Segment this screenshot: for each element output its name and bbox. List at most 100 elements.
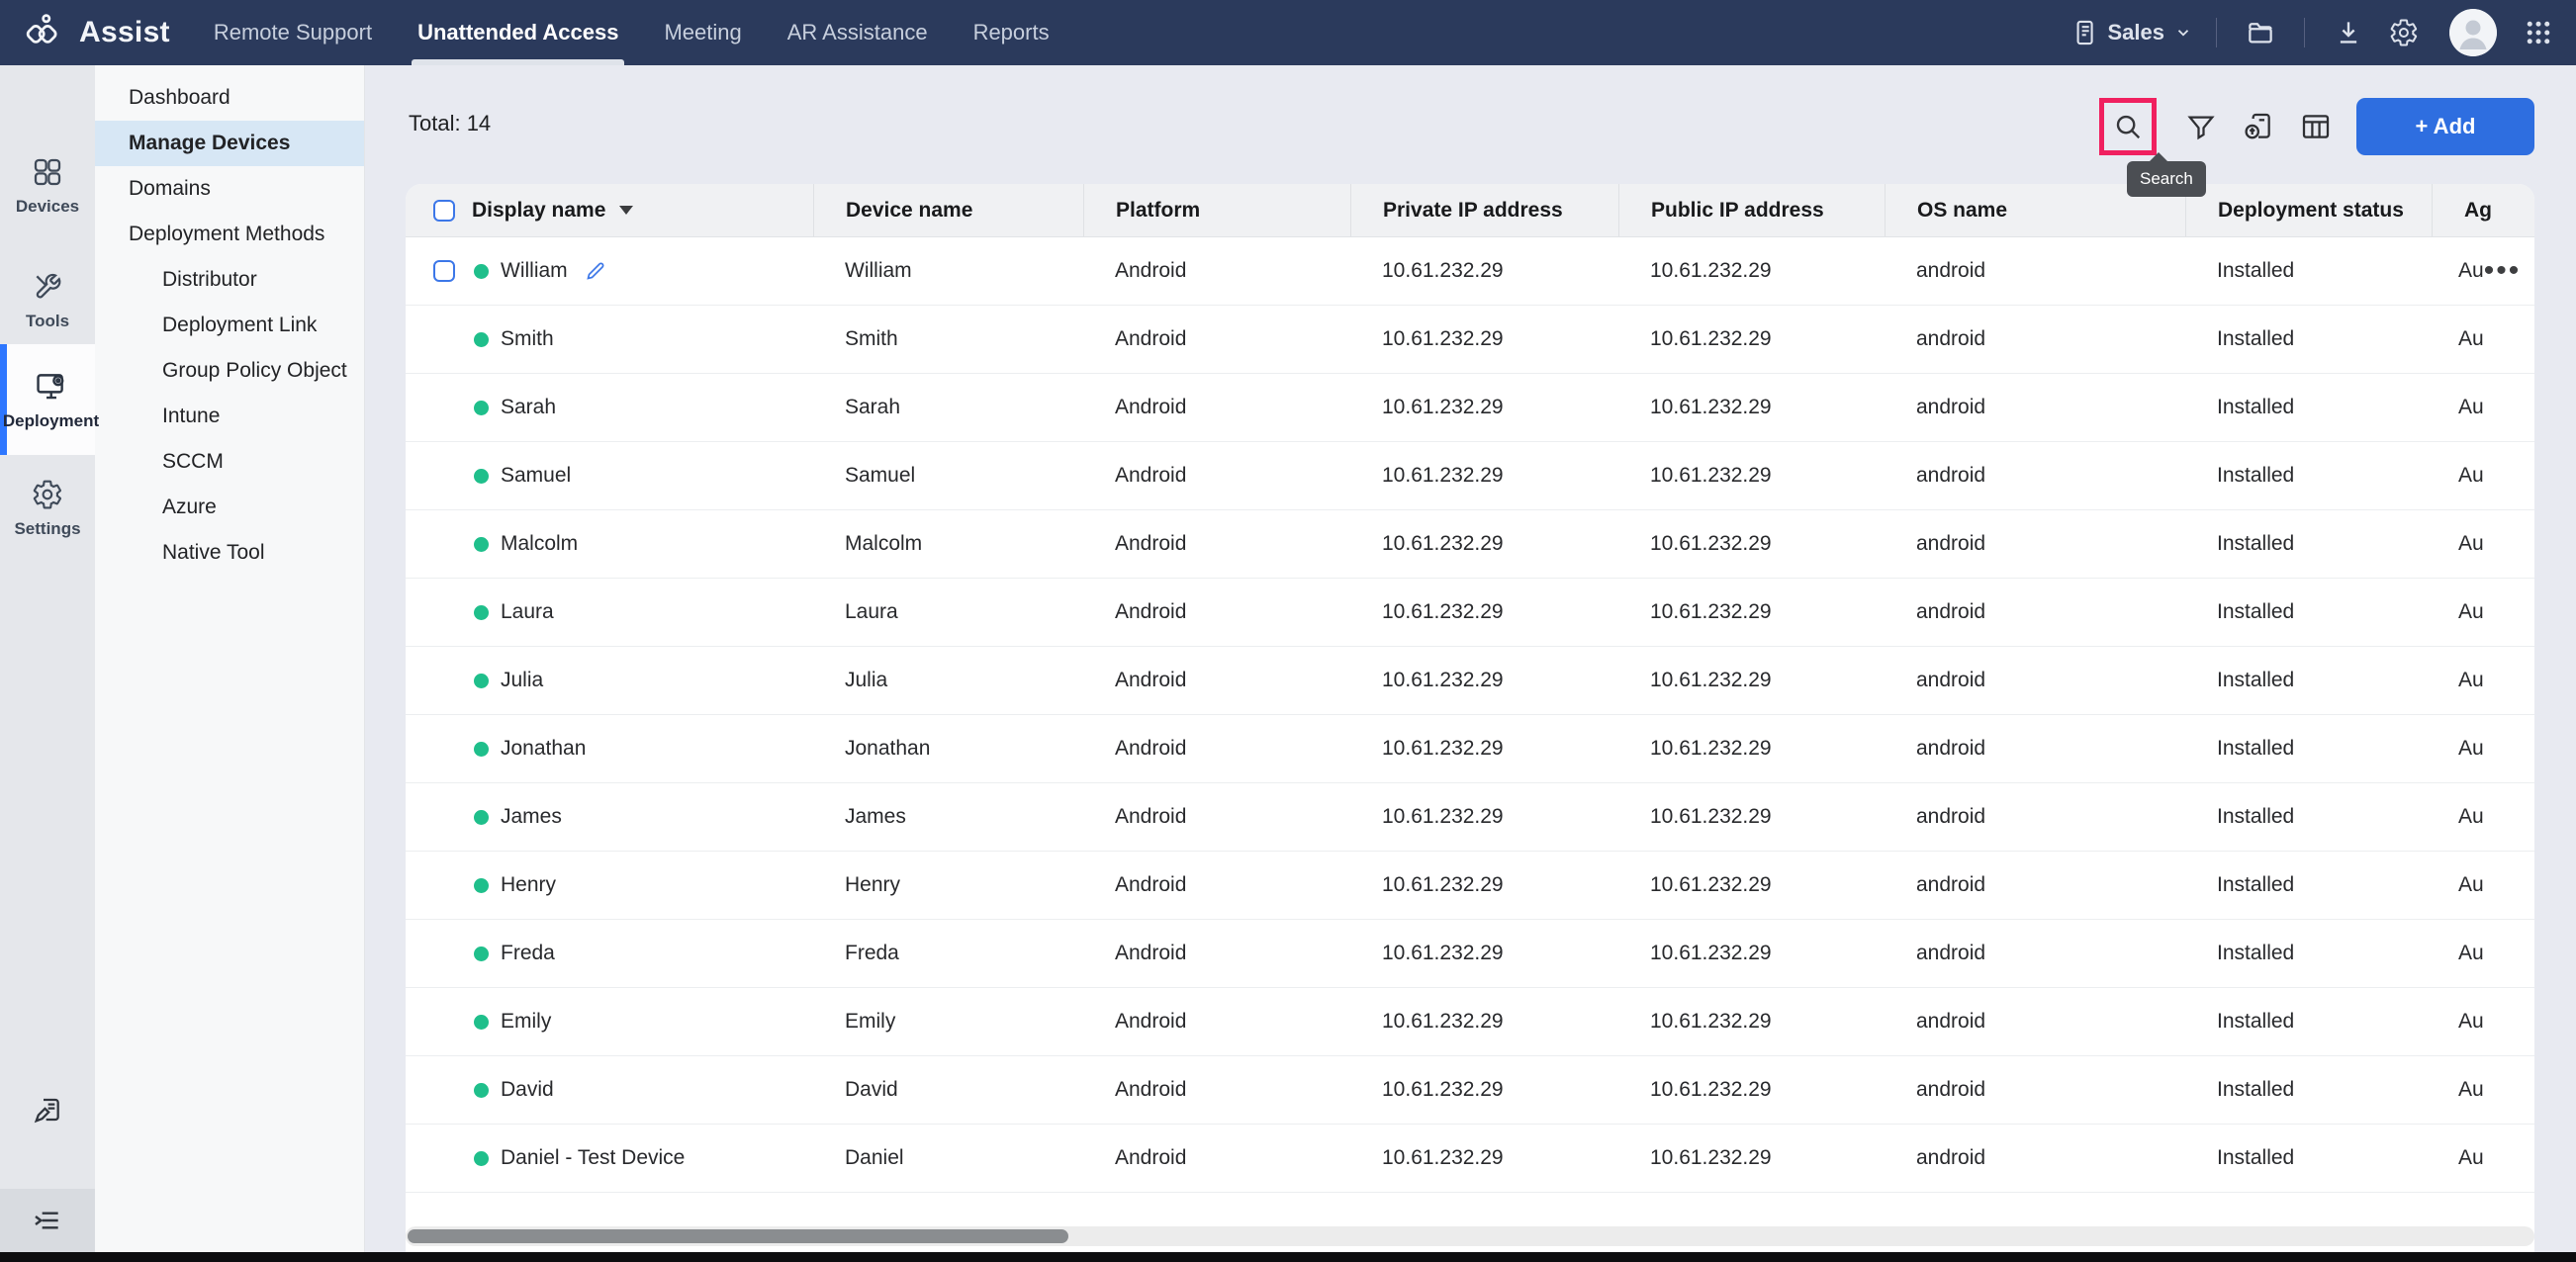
sidebar-item[interactable]: SCCM (95, 439, 364, 485)
table-row[interactable]: Julia Julia Android 10.61.232.29 10.61.2… (406, 647, 2534, 715)
cell-os-name: android (1885, 327, 2185, 351)
online-status-dot (474, 332, 489, 347)
table-header-platform[interactable]: Platform (1083, 184, 1350, 236)
table-header-row: Display name Device name Platform Privat… (406, 184, 2534, 237)
table-row[interactable]: William William Android 10.61.232.29 10.… (406, 237, 2534, 306)
brand[interactable]: Assist (22, 11, 170, 54)
table-row[interactable]: Daniel - Test Device Daniel Android 10.6… (406, 1125, 2534, 1193)
cell-display-name: William (406, 259, 813, 283)
table-row[interactable]: Freda Freda Android 10.61.232.29 10.61.2… (406, 920, 2534, 988)
cell-display-name: Jonathan (406, 737, 813, 761)
assist-logo-icon (22, 11, 65, 54)
table-header-display-name[interactable]: Display name (406, 184, 813, 236)
sort-caret-icon[interactable] (619, 206, 633, 215)
table-header-deployment-status[interactable]: Deployment status (2185, 184, 2432, 236)
rail-label: Tools (26, 312, 69, 331)
agent-text: Au (2458, 600, 2484, 624)
table-row[interactable]: David David Android 10.61.232.29 10.61.2… (406, 1056, 2534, 1125)
cell-agent: Au ••• (2432, 669, 2534, 692)
sidebar-item[interactable]: Domains (95, 166, 364, 212)
rail-item-settings[interactable]: Settings (0, 467, 95, 551)
rail-item-tools[interactable]: Tools (0, 259, 95, 343)
nav-tab[interactable]: Reports (973, 0, 1050, 65)
cell-display-name: Malcolm (406, 532, 813, 556)
cell-display-name: David (406, 1078, 813, 1102)
edit-pencil-icon[interactable] (584, 259, 607, 283)
cell-device-name: Daniel (813, 1146, 1083, 1170)
cell-deployment-status: Installed (2185, 327, 2432, 351)
avatar[interactable] (2449, 9, 2497, 56)
cell-os-name: android (1885, 396, 2185, 419)
cell-device-name: David (813, 1078, 1083, 1102)
sidebar-item[interactable]: Native Tool (95, 530, 364, 576)
bulk-deploy-button[interactable] (2240, 105, 2277, 148)
side-menu: DashboardManage DevicesDomainsDeployment… (95, 65, 365, 1252)
apps-grid-icon[interactable] (2519, 13, 2558, 52)
filter-button[interactable] (2182, 105, 2220, 148)
download-icon[interactable] (2329, 13, 2368, 52)
table-row[interactable]: Jonathan Jonathan Android 10.61.232.29 1… (406, 715, 2534, 783)
row-checkbox[interactable] (433, 260, 455, 282)
cell-agent: Au ••• (2432, 805, 2534, 829)
table-row[interactable]: Malcolm Malcolm Android 10.61.232.29 10.… (406, 510, 2534, 579)
table-header-device-name[interactable]: Device name (813, 184, 1083, 236)
add-device-button[interactable]: + Add (2356, 98, 2534, 155)
more-actions-icon[interactable]: ••• (2484, 261, 2522, 281)
feedback-icon[interactable] (0, 1094, 95, 1126)
collapse-sidebar-icon[interactable] (0, 1189, 95, 1252)
folder-icon[interactable] (2241, 13, 2280, 52)
rail-item-devices[interactable]: Devices (0, 144, 95, 228)
table-row[interactable]: Samuel Samuel Android 10.61.232.29 10.61… (406, 442, 2534, 510)
table-columns-icon (2300, 111, 2332, 142)
search-button[interactable] (2099, 98, 2157, 155)
sidebar-item[interactable]: Group Policy Object (95, 348, 364, 394)
table-row[interactable]: James James Android 10.61.232.29 10.61.2… (406, 783, 2534, 852)
cell-public-ip: 10.61.232.29 (1618, 259, 1885, 283)
sidebar-item[interactable]: Intune (95, 394, 364, 439)
cell-agent: Au ••• (2432, 532, 2534, 556)
agent-text: Au (2458, 805, 2484, 829)
org-switcher[interactable]: Sales (2070, 19, 2193, 46)
sidebar-item[interactable]: Deployment Methods (95, 212, 364, 257)
sidebar-item[interactable]: Azure (95, 485, 364, 530)
table-row[interactable]: Henry Henry Android 10.61.232.29 10.61.2… (406, 852, 2534, 920)
table-header-private-ip[interactable]: Private IP address (1350, 184, 1618, 236)
sidebar-item[interactable]: Dashboard (95, 75, 364, 121)
nav-tab[interactable]: AR Assistance (787, 0, 928, 65)
cell-platform: Android (1083, 942, 1350, 965)
rail-item-deployment[interactable]: Deployment (0, 344, 95, 455)
cell-agent: Au ••• (2432, 600, 2534, 624)
table-row[interactable]: Sarah Sarah Android 10.61.232.29 10.61.2… (406, 374, 2534, 442)
horizontal-scrollbar[interactable] (406, 1226, 2534, 1246)
cell-private-ip: 10.61.232.29 (1350, 1078, 1618, 1102)
gear-icon[interactable] (2384, 13, 2424, 52)
sidebar-item[interactable]: Deployment Link (95, 303, 364, 348)
table-row[interactable]: Smith Smith Android 10.61.232.29 10.61.2… (406, 306, 2534, 374)
cell-deployment-status: Installed (2185, 464, 2432, 488)
nav-tab[interactable]: Remote Support (214, 0, 372, 65)
cell-agent: Au ••• (2432, 1078, 2534, 1102)
toolbar: + Add (2099, 98, 2534, 155)
deploy-document-icon (2243, 111, 2274, 142)
cell-device-name: James (813, 805, 1083, 829)
table-header-agent[interactable]: Ag (2432, 184, 2534, 236)
nav-tab[interactable]: Unattended Access (417, 0, 618, 65)
cell-platform: Android (1083, 873, 1350, 897)
table-header-public-ip[interactable]: Public IP address (1618, 184, 1885, 236)
table-row[interactable]: Laura Laura Android 10.61.232.29 10.61.2… (406, 579, 2534, 647)
cell-os-name: android (1885, 737, 2185, 761)
sidebar-item[interactable]: Distributor (95, 257, 364, 303)
settings-gear-icon (32, 479, 63, 510)
main-content: Total: 14 (365, 65, 2576, 1252)
sidebar-item[interactable]: Manage Devices (95, 121, 364, 166)
table-row[interactable]: Emily Emily Android 10.61.232.29 10.61.2… (406, 988, 2534, 1056)
columns-button[interactable] (2297, 105, 2335, 148)
online-status-dot (474, 537, 489, 552)
horizontal-scrollbar-thumb[interactable] (408, 1229, 1068, 1243)
nav-tab[interactable]: Meeting (664, 0, 741, 65)
cell-display-name: Henry (406, 873, 813, 897)
rail-label: Deployment (3, 411, 99, 431)
select-all-checkbox[interactable] (433, 200, 455, 222)
cell-private-ip: 10.61.232.29 (1350, 669, 1618, 692)
online-status-dot (474, 264, 489, 279)
